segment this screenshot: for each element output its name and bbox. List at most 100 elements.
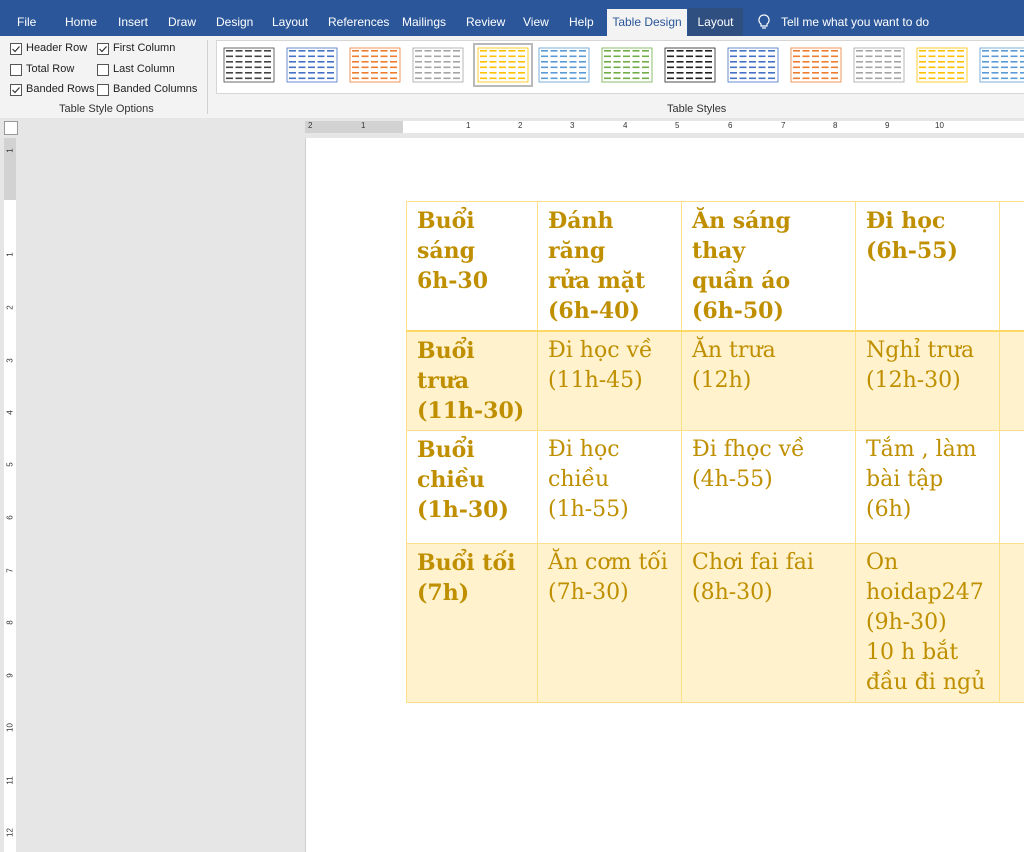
table-style-preview-icon <box>853 47 905 83</box>
ruler-number: 11 <box>5 776 15 785</box>
table-style-preview-icon <box>790 47 842 83</box>
checkbox-box <box>97 64 109 76</box>
table-cell[interactable]: On hoidap247 (9h-30) 10 h bắt đầu đi ngủ <box>855 543 1000 703</box>
tab-layout[interactable]: Layout <box>272 8 308 36</box>
table-cell[interactable]: Nghỉ trưa (12h-30) <box>855 330 1000 431</box>
ruler-number: 5 <box>5 462 15 467</box>
ruler-number: 10 <box>5 723 15 732</box>
tell-me-text: Tell me what you want to do <box>781 15 930 29</box>
table-cell-clipped[interactable] <box>999 330 1024 431</box>
ruler-number: 3 <box>570 121 575 130</box>
tab-mailings[interactable]: Mailings <box>402 8 446 36</box>
table-cell[interactable]: Chơi fai fai (8h-30) <box>681 543 856 703</box>
lightbulb-icon <box>758 14 770 29</box>
table-cell[interactable]: Đi học chiều (1h-55) <box>537 430 682 544</box>
last-column-label: Last Column <box>113 63 175 75</box>
table-cell-clipped[interactable] <box>999 201 1024 332</box>
tab-table-design[interactable]: Table Design <box>607 9 687 36</box>
table-style-preview-icon <box>538 47 590 83</box>
table-style-thumbnail[interactable] <box>599 45 655 85</box>
tab-review[interactable]: Review <box>466 8 505 36</box>
table-cell-clipped[interactable] <box>999 543 1024 703</box>
title-strip <box>0 0 1024 4</box>
ruler-number: 1 <box>466 121 471 130</box>
table-style-thumbnail[interactable] <box>662 45 718 85</box>
tab-file[interactable]: File <box>17 8 36 36</box>
table-cell-clipped[interactable] <box>999 430 1024 544</box>
table-cell[interactable]: Tắm , làm bài tập (6h) <box>855 430 1000 544</box>
table-cell[interactable]: Đi học (6h-55) <box>855 201 1000 332</box>
ruler-number: 8 <box>5 620 15 625</box>
tab-view[interactable]: View <box>523 8 549 36</box>
table-style-preview-icon <box>664 47 716 83</box>
ruler-number: 1 <box>5 148 15 153</box>
tab-references[interactable]: References <box>328 8 389 36</box>
header-row-label: Header Row <box>26 42 88 54</box>
ruler-number: 6 <box>5 515 15 520</box>
group-separator <box>207 40 208 114</box>
ruler-number: 9 <box>885 121 890 130</box>
table-cell[interactable]: Đánh răng rửa mặt (6h-40) <box>537 201 682 332</box>
table-styles-gallery <box>216 40 1024 94</box>
checkbox-box <box>10 64 22 76</box>
table-style-thumbnail[interactable] <box>410 45 466 85</box>
ruler-number: 4 <box>623 121 628 130</box>
table-style-thumbnail[interactable] <box>536 45 592 85</box>
table-style-preview-icon <box>601 47 653 83</box>
table-style-thumbnail[interactable] <box>914 45 970 85</box>
table-cell[interactable]: Đi học về (11h-45) <box>537 330 682 431</box>
table-style-preview-icon <box>477 47 529 83</box>
ruler-number: 7 <box>5 568 15 573</box>
ruler-number: 1 <box>361 121 366 130</box>
ruler-number: 12 <box>5 828 15 837</box>
table-row: Buổi chiều (1h-30) Đi học chiều (1h-55) Đi… <box>406 430 1024 544</box>
ribbon-tab-bar: File Home Insert Draw Design Layout Refe… <box>0 0 1024 36</box>
table-cell[interactable]: Ăn cơm tối (7h-30) <box>537 543 682 703</box>
tab-insert[interactable]: Insert <box>118 8 148 36</box>
table-style-thumbnail[interactable] <box>284 45 340 85</box>
table-style-preview-icon <box>727 47 779 83</box>
row-header-cell[interactable]: Buổi sáng 6h-30 <box>406 201 538 332</box>
ruler-number: 4 <box>5 410 15 415</box>
table-style-preview-icon <box>223 47 275 83</box>
table-row: Buổi tối (7h) Ăn cơm tối (7h-30) Chơi fai … <box>406 543 1024 703</box>
tab-home[interactable]: Home <box>65 8 97 36</box>
row-header-cell[interactable]: Buổi trưa (11h-30) <box>406 330 538 431</box>
table-row: Buổi sáng 6h-30 Đánh răng rửa mặt (6h-40)… <box>406 201 1024 332</box>
table-style-thumbnail[interactable] <box>473 43 533 87</box>
checkbox-box <box>97 43 109 55</box>
vertical-ruler[interactable]: 1 1 2 3 4 5 6 7 8 9 10 11 12 <box>4 138 16 852</box>
table-style-thumbnail[interactable] <box>725 45 781 85</box>
table-style-thumbnail[interactable] <box>851 45 907 85</box>
tab-draw[interactable]: Draw <box>168 8 196 36</box>
table-style-thumbnail[interactable] <box>977 45 1024 85</box>
tab-design[interactable]: Design <box>216 8 253 36</box>
document-page[interactable]: Buổi sáng 6h-30 Đánh răng rửa mặt (6h-40)… <box>305 138 1024 852</box>
table-style-preview-icon <box>286 47 338 83</box>
ruler-number: 2 <box>308 121 313 130</box>
ruler-number: 5 <box>675 121 680 130</box>
checkbox-box <box>97 84 109 96</box>
horizontal-ruler[interactable]: 2 1 1 2 3 4 5 6 7 8 9 10 <box>305 121 1024 133</box>
ruler-margin-left <box>305 121 403 133</box>
tab-selector[interactable] <box>4 121 18 135</box>
table-cell[interactable]: Ăn trưa (12h) <box>681 330 856 431</box>
table-style-options-label: Table Style Options <box>59 103 154 115</box>
ruler-number: 6 <box>728 121 733 130</box>
schedule-table[interactable]: Buổi sáng 6h-30 Đánh răng rửa mặt (6h-40)… <box>406 201 1024 703</box>
ruler-number: 2 <box>518 121 523 130</box>
table-style-thumbnail[interactable] <box>788 45 844 85</box>
table-cell[interactable]: Đi fhọc về (4h-55) <box>681 430 856 544</box>
tab-table-layout[interactable]: Layout <box>688 8 743 36</box>
ruler-number: 3 <box>5 358 15 363</box>
table-style-preview-icon <box>349 47 401 83</box>
table-style-thumbnail[interactable] <box>347 45 403 85</box>
table-row: Buổi trưa (11h-30) Đi học về (11h-45) Ăn t… <box>406 330 1024 431</box>
total-row-label: Total Row <box>26 63 75 75</box>
row-header-cell[interactable]: Buổi chiều (1h-30) <box>406 430 538 544</box>
banded-rows-label: Banded Rows <box>26 83 95 95</box>
table-style-thumbnail[interactable] <box>221 45 277 85</box>
row-header-cell[interactable]: Buổi tối (7h) <box>406 543 538 703</box>
tab-help[interactable]: Help <box>569 8 594 36</box>
table-cell[interactable]: Ăn sáng thay quần áo (6h-50) <box>681 201 856 332</box>
